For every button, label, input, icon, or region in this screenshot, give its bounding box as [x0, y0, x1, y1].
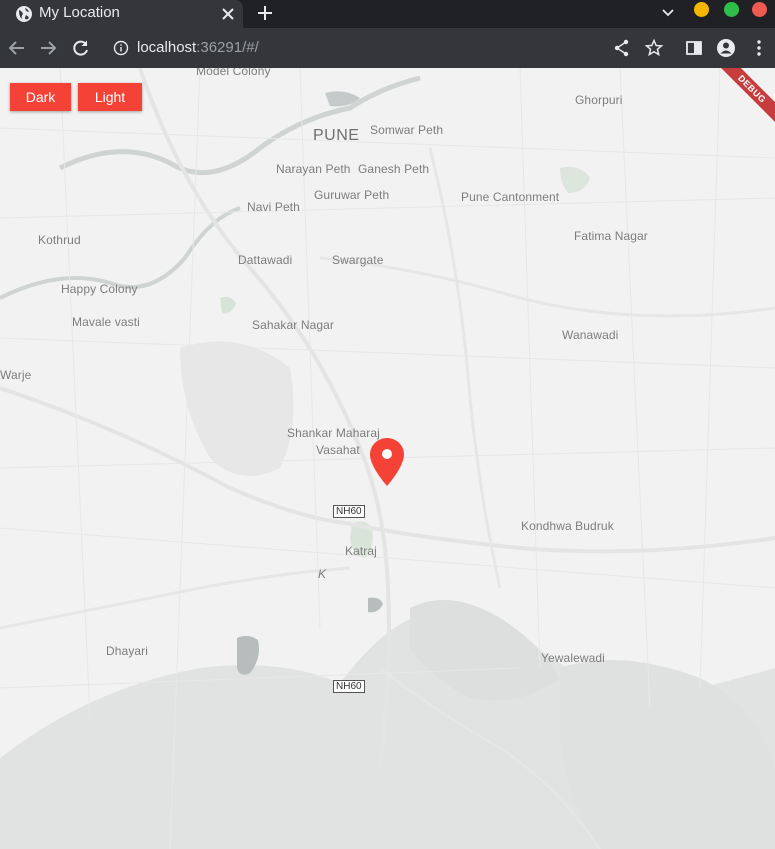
highway-shield: NH60 [333, 680, 365, 693]
place-label: Shankar Maharaj [287, 426, 380, 440]
browser-tab[interactable]: My Location [0, 0, 243, 28]
place-label: Navi Peth [247, 200, 300, 214]
dark-style-button[interactable]: Dark [10, 83, 71, 111]
back-arrow-icon[interactable] [7, 38, 27, 58]
side-panel-icon[interactable] [684, 38, 704, 58]
minimize-window-button[interactable] [694, 2, 709, 17]
park [220, 296, 236, 314]
place-label: Narayan Peth [276, 162, 351, 176]
address-bar[interactable]: localhost:36291/#/ [137, 39, 259, 57]
hill-terrain [180, 341, 294, 476]
place-label: Kothrud [38, 233, 81, 247]
profile-avatar-icon[interactable] [716, 38, 736, 58]
debug-ribbon-label: DEBUG [715, 68, 775, 126]
share-icon[interactable] [612, 38, 632, 58]
place-label: Pune Cantonment [461, 190, 560, 204]
city-label: PUNE [313, 127, 360, 144]
highway-shield: NH60 [333, 505, 365, 518]
road [319, 256, 775, 318]
close-tab-icon[interactable] [219, 5, 237, 23]
url-host: localhost [137, 39, 197, 56]
tab-title: My Location [39, 4, 120, 21]
place-label: Fatima Nagar [574, 229, 648, 243]
more-menu-icon[interactable] [749, 38, 769, 58]
globe-icon [16, 6, 32, 22]
place-label: Model Colony [196, 68, 271, 78]
road [0, 566, 351, 630]
map-view[interactable]: Model Colony Somwar Peth Ghorpuri PUNE N… [0, 68, 775, 849]
site-info-icon[interactable] [113, 40, 129, 56]
location-pin-icon[interactable] [369, 437, 405, 487]
close-window-button[interactable] [752, 2, 767, 17]
browser-tab-bar: My Location [0, 0, 775, 28]
maximize-window-button[interactable] [724, 2, 739, 17]
chevron-down-icon[interactable] [660, 4, 676, 20]
forward-arrow-icon[interactable] [38, 38, 58, 58]
reload-icon[interactable] [71, 38, 91, 58]
place-label: Ganesh Peth [358, 162, 430, 176]
url-path: :36291/#/ [196, 39, 259, 56]
place-label: K [318, 567, 327, 581]
new-tab-icon[interactable] [255, 3, 275, 23]
road [428, 147, 502, 589]
place-label: Warje [0, 368, 32, 382]
place-label: Kondhwa Budruk [521, 519, 614, 533]
place-label: Swargate [332, 253, 384, 267]
place-label: Wanawadi [562, 328, 619, 342]
lake [368, 597, 383, 613]
place-label: Dattawadi [238, 253, 293, 267]
place-label: Vasahat [316, 443, 360, 457]
debug-banner: DEBUG [715, 68, 775, 128]
place-label: Dhayari [106, 644, 149, 658]
browser-toolbar: localhost:36291/#/ [0, 28, 775, 68]
place-label: Sahakar Nagar [252, 318, 335, 332]
place-label: Ghorpuri [575, 93, 623, 107]
place-label: Yewalewadi [541, 651, 605, 665]
park [560, 166, 590, 193]
place-label: Guruwar Peth [314, 188, 390, 202]
light-style-button[interactable]: Light [78, 83, 142, 111]
bookmark-star-icon[interactable] [644, 38, 664, 58]
place-label: Happy Colony [61, 282, 138, 296]
place-label: Somwar Peth [370, 123, 444, 137]
place-label: Katraj [345, 544, 377, 558]
place-label: Mavale vasti [72, 315, 140, 329]
